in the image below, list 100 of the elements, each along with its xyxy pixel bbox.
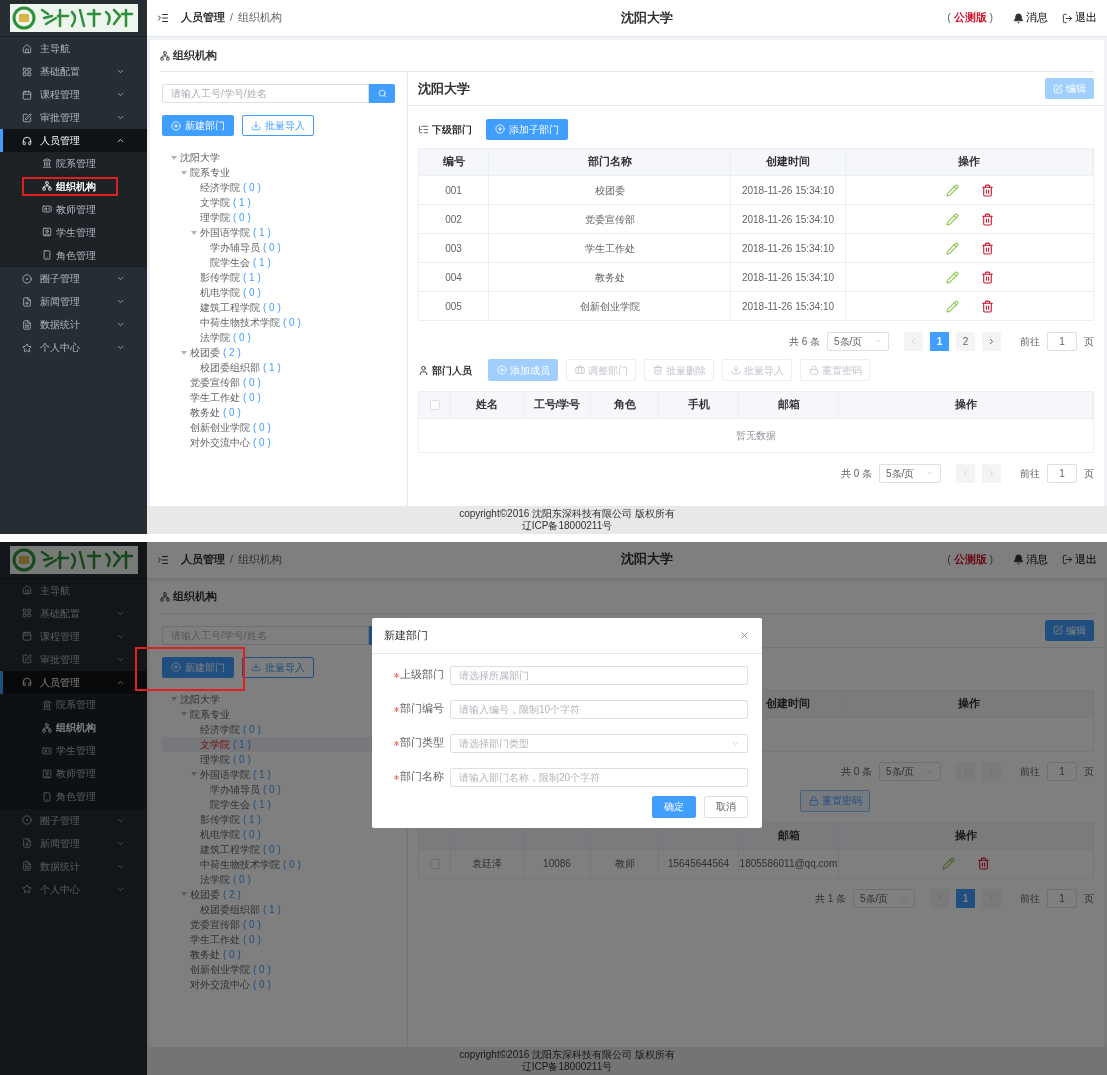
tree-node[interactable]: 外国语学院 ( 1 ) bbox=[162, 766, 395, 782]
tree-node[interactable]: 教务处 ( 0 ) bbox=[162, 946, 395, 962]
tree-node[interactable]: 经济学院 ( 0 ) bbox=[162, 180, 395, 195]
sidebar-menu-item[interactable]: 课程管理 bbox=[0, 624, 147, 648]
sidebar-menu-item[interactable]: 数据统计 bbox=[0, 313, 147, 336]
tree-node[interactable]: 校团委 ( 2 ) bbox=[162, 345, 395, 360]
input-field[interactable]: 请输入部门名称，限制20个字符 bbox=[450, 767, 748, 787]
next-page-button[interactable] bbox=[982, 331, 1001, 351]
tree-node[interactable]: 创新创业学院 ( 0 ) bbox=[162, 961, 395, 977]
sidebar-menu-item[interactable]: 圈子管理 bbox=[0, 808, 147, 832]
tree-node[interactable]: 法学院 ( 0 ) bbox=[162, 330, 395, 345]
tree-node[interactable]: 建筑工程学院 ( 0 ) bbox=[162, 300, 395, 315]
edit-icon[interactable] bbox=[945, 299, 959, 313]
logout-link[interactable]: 退出 bbox=[1062, 10, 1097, 26]
messages-link[interactable]: 消息 bbox=[1013, 10, 1048, 26]
delete-icon[interactable] bbox=[980, 270, 994, 284]
tree-node[interactable]: 学生工作处 ( 0 ) bbox=[162, 390, 395, 405]
tree-node[interactable]: 文学院 ( 1 ) bbox=[162, 195, 395, 210]
tree-node[interactable]: 外国语学院 ( 1 ) bbox=[162, 225, 395, 240]
page-size-select[interactable]: 5条/页 bbox=[827, 331, 889, 351]
sidebar-menu-item[interactable]: 人员管理 bbox=[0, 670, 147, 694]
tree-node[interactable]: 机电学院 ( 0 ) bbox=[162, 285, 395, 300]
page-size-select[interactable]: 5条/页 bbox=[853, 889, 915, 908]
sidebar-submenu-item[interactable]: 组织机构 bbox=[0, 175, 147, 198]
tree-node[interactable]: 对外交流中心 ( 0 ) bbox=[162, 976, 395, 992]
tree-node[interactable]: 中荷生物技术学院 ( 0 ) bbox=[162, 315, 395, 330]
delete-icon[interactable] bbox=[980, 241, 994, 255]
search-button[interactable] bbox=[369, 84, 395, 103]
breadcrumb-link[interactable]: 人员管理 bbox=[181, 10, 225, 26]
tree-node[interactable]: 校团委组织部 ( 1 ) bbox=[162, 360, 395, 375]
sidebar-submenu-item[interactable]: 教师管理 bbox=[0, 198, 147, 221]
confirm-button[interactable]: 确定 bbox=[652, 795, 696, 818]
edit-icon[interactable] bbox=[942, 857, 955, 870]
edit-icon[interactable] bbox=[945, 270, 959, 284]
edit-icon[interactable] bbox=[945, 241, 959, 255]
edit-icon[interactable] bbox=[945, 183, 959, 197]
sidebar-submenu-item[interactable]: 学生管理 bbox=[0, 221, 147, 244]
sidebar-menu-item[interactable]: 人员管理 bbox=[0, 129, 147, 152]
delete-icon[interactable] bbox=[980, 299, 994, 313]
tree-node[interactable]: 影传学院 ( 1 ) bbox=[162, 270, 395, 285]
tree-node[interactable]: 机电学院 ( 0 ) bbox=[162, 826, 395, 842]
sidebar-menu-item[interactable]: 基础配置 bbox=[0, 60, 147, 83]
page-button[interactable]: 1 bbox=[930, 331, 949, 351]
search-field[interactable]: 请输入工号/学号/姓名 bbox=[162, 84, 369, 103]
breadcrumb-link[interactable]: 组织机构 bbox=[237, 551, 282, 568]
tree-node[interactable]: 校团委组织部 ( 1 ) bbox=[162, 901, 395, 917]
tree-node[interactable]: 教务处 ( 0 ) bbox=[162, 405, 395, 420]
page-button[interactable]: 2 bbox=[956, 331, 975, 351]
sidebar-submenu-item[interactable]: 教师管理 bbox=[0, 762, 147, 786]
sidebar-menu-item[interactable]: 圈子管理 bbox=[0, 267, 147, 290]
menu-icon[interactable] bbox=[157, 12, 169, 24]
sidebar-submenu-item[interactable]: 学生管理 bbox=[0, 739, 147, 763]
import-button[interactable]: 批量导入 bbox=[242, 115, 314, 136]
tree-node[interactable]: 学生工作处 ( 0 ) bbox=[162, 931, 395, 947]
tree-node[interactable]: 沈阳大学 bbox=[162, 150, 395, 165]
tree-node[interactable]: 院系专业 bbox=[162, 706, 395, 722]
sidebar-menu-item[interactable]: 审批管理 bbox=[0, 106, 147, 129]
breadcrumb-link[interactable]: 人员管理 bbox=[181, 551, 225, 568]
delete-icon[interactable] bbox=[980, 183, 994, 197]
sidebar-menu-item[interactable]: 课程管理 bbox=[0, 83, 147, 106]
delete-icon[interactable] bbox=[980, 212, 994, 226]
tree-node[interactable]: 理学院 ( 0 ) bbox=[162, 210, 395, 225]
messages-link[interactable]: 消息 bbox=[1013, 551, 1048, 568]
sidebar-submenu-item[interactable]: 角色管理 bbox=[0, 244, 147, 267]
breadcrumb-link[interactable]: 组织机构 bbox=[237, 10, 282, 26]
add-sub-department-button[interactable]: 添加子部门 bbox=[486, 118, 568, 140]
page-number-field[interactable]: 1 bbox=[1047, 889, 1077, 908]
sidebar-submenu-item[interactable]: 角色管理 bbox=[0, 785, 147, 809]
page-number-field[interactable]: 1 bbox=[1047, 762, 1077, 781]
tree-node[interactable]: 学办辅导员 ( 0 ) bbox=[162, 240, 395, 255]
page-number-field[interactable]: 1 bbox=[1047, 331, 1077, 351]
page-size-select[interactable]: 5条/页 bbox=[879, 762, 941, 781]
tree-node[interactable]: 创新创业学院 ( 0 ) bbox=[162, 420, 395, 435]
page-size-select[interactable]: 5条/页 bbox=[879, 463, 941, 483]
tree-node[interactable]: 中荷生物技术学院 ( 0 ) bbox=[162, 856, 395, 872]
tree-node[interactable]: 院学生会 ( 1 ) bbox=[162, 255, 395, 270]
sidebar-menu-item[interactable]: 个人中心 bbox=[0, 336, 147, 359]
sidebar-submenu-item[interactable]: 院系管理 bbox=[0, 152, 147, 175]
tree-node[interactable]: 法学院 ( 0 ) bbox=[162, 871, 395, 887]
tree-node[interactable]: 党委宣传部 ( 0 ) bbox=[162, 916, 395, 932]
sidebar-menu-item[interactable]: 主导航 bbox=[0, 37, 147, 60]
checkbox[interactable] bbox=[429, 400, 440, 410]
close-icon[interactable] bbox=[739, 629, 750, 641]
delete-icon[interactable] bbox=[977, 857, 990, 870]
page-number-field[interactable]: 1 bbox=[1047, 463, 1077, 483]
sidebar-submenu-item[interactable]: 组织机构 bbox=[0, 716, 147, 740]
tree-node[interactable]: 对外交流中心 ( 0 ) bbox=[162, 435, 395, 450]
select-field[interactable]: 请选择部门类型 bbox=[450, 733, 748, 753]
tree-node[interactable]: 院系专业 bbox=[162, 165, 395, 180]
sidebar-menu-item[interactable]: 新闻管理 bbox=[0, 290, 147, 313]
new-department-button[interactable]: 新建部门 bbox=[162, 115, 234, 136]
tree-node[interactable]: 党委宣传部 ( 0 ) bbox=[162, 375, 395, 390]
input-field[interactable]: 请输入编号，限制10个字符 bbox=[450, 699, 748, 719]
tree-node[interactable]: 校团委 ( 2 ) bbox=[162, 886, 395, 902]
logout-link[interactable]: 退出 bbox=[1062, 551, 1097, 568]
edit-icon[interactable] bbox=[945, 212, 959, 226]
cancel-button[interactable]: 取消 bbox=[704, 795, 748, 818]
input-field[interactable]: 请选择所属部门 bbox=[450, 665, 748, 685]
tree-node[interactable]: 沈阳大学 bbox=[162, 691, 395, 707]
tree-node[interactable]: 建筑工程学院 ( 0 ) bbox=[162, 841, 395, 857]
